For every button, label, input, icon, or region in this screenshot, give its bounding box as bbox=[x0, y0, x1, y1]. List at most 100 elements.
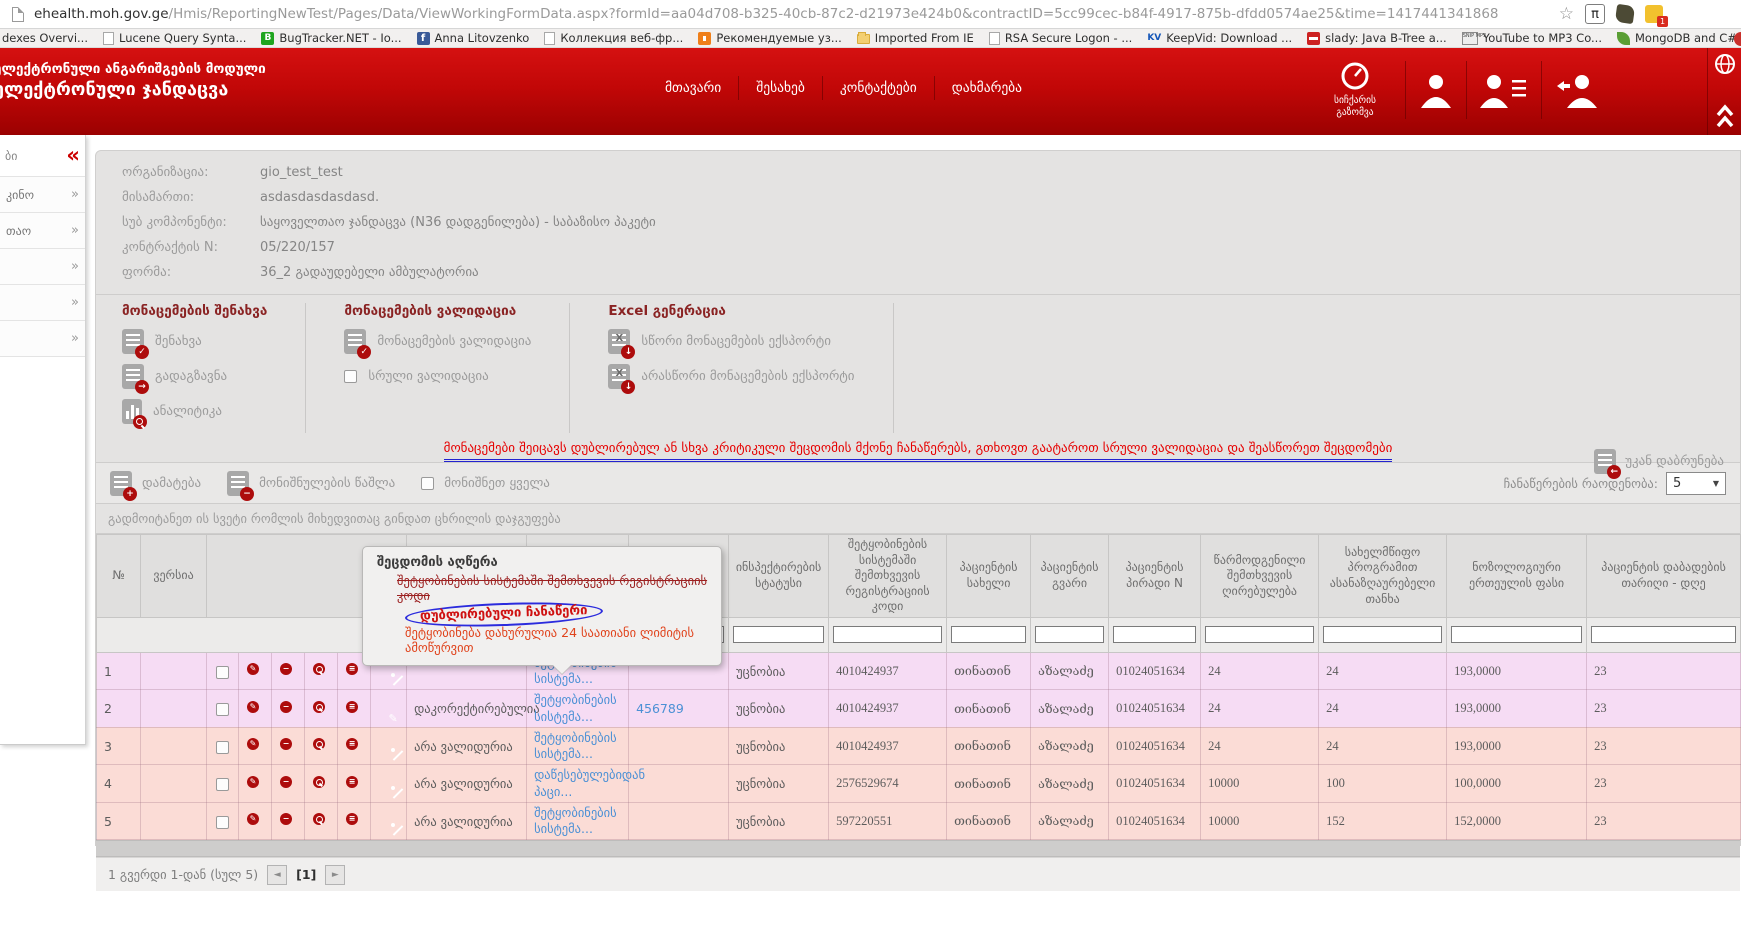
add-record-button[interactable]: დამატება bbox=[110, 471, 201, 496]
checkbox-icon[interactable] bbox=[344, 370, 357, 383]
send-button[interactable]: გადაგზავნა bbox=[122, 363, 267, 390]
sidebar-collapse-button[interactable]: « bbox=[66, 145, 80, 166]
export-invalid-button[interactable]: არასწორი მონაცემების ექსპორტი bbox=[608, 363, 854, 390]
bookmark-item[interactable]: BBugTracker.NET - Io... bbox=[261, 31, 401, 45]
col-first-name[interactable]: პაციენტის სახელი bbox=[947, 535, 1031, 618]
url-text[interactable]: ehealth.moh.gov.ge/Hmis/ReportingNewTest… bbox=[34, 6, 1741, 22]
pager-next-button[interactable]: ► bbox=[325, 865, 345, 885]
bugtracker-icon: B bbox=[261, 32, 274, 45]
bookmark-item[interactable]: KVKeepVid: Download ... bbox=[1147, 31, 1292, 45]
inspection-filter-input[interactable] bbox=[733, 626, 824, 643]
bookmark-item[interactable]: Lucene Query Synta... bbox=[103, 31, 246, 45]
col-reg-code[interactable]: შეტყობინების სისტემაში შემთხვევის რეგისტ… bbox=[829, 535, 947, 618]
pager: 1 გვერდი 1-დან (სულ 5) ◄ [1] ► bbox=[96, 857, 1740, 891]
col-birth-day[interactable]: პაციენტის დაბადების თარიღი - დღე bbox=[1587, 535, 1741, 618]
personal-n-filter-input[interactable] bbox=[1113, 626, 1196, 643]
analytics-button[interactable]: ანალიტიკა bbox=[122, 398, 267, 425]
col-state-amount[interactable]: სახელმწიფო პროგრამით ასანაზღაურებელი თან… bbox=[1319, 535, 1447, 618]
nav-item-contacts[interactable]: კონტაქტები bbox=[823, 76, 935, 100]
case-cost-filter-input[interactable] bbox=[1205, 626, 1314, 643]
sidebar-item[interactable]: კინო bbox=[0, 177, 85, 213]
bookmark-star-icon[interactable]: ☆ bbox=[1559, 4, 1574, 24]
col-inspection[interactable]: ინსპექტირების სტატუსი bbox=[729, 535, 829, 618]
col-version[interactable]: ვერსია bbox=[141, 535, 207, 618]
bookmark-item[interactable]: Коллекция веб-фр... bbox=[544, 31, 683, 45]
mongodb-leaf-icon bbox=[1617, 32, 1630, 45]
bookmark-item[interactable]: Imported From IE bbox=[857, 31, 974, 45]
tooltip-error-struck: შეტყობინების სისტემაში შემთხვევის რეგისტ… bbox=[397, 573, 711, 603]
collapse-up-icon[interactable] bbox=[1715, 103, 1735, 129]
table-row: 4 არა ვალიდურია დაწესებულებიდან პაცი... … bbox=[97, 765, 1741, 803]
col-last-name[interactable]: პაციენტის გვარი bbox=[1031, 535, 1109, 618]
bookmark-item[interactable]: Рекомендуемые уз... bbox=[698, 31, 841, 45]
row-checkbox[interactable] bbox=[216, 741, 229, 754]
bookmark-item[interactable]: SNIP MP3YouTube to MP3 Co... bbox=[1462, 31, 1602, 45]
chevron-right-icon bbox=[71, 259, 79, 274]
bookmark-item[interactable]: fAnna Litovzenko bbox=[417, 31, 530, 45]
col-case-cost[interactable]: წარმოდგენილი შემთხვევის ღირებულება bbox=[1201, 535, 1319, 618]
col-num[interactable]: № bbox=[97, 535, 141, 618]
row-checkbox[interactable] bbox=[216, 666, 229, 679]
sidebar-item[interactable] bbox=[0, 321, 85, 357]
bookmark-item[interactable]: slady: Java B-Tree a... bbox=[1307, 31, 1447, 45]
horizontal-scrollbar[interactable] bbox=[96, 840, 1740, 857]
form-value: 36_2 გადაუდებელი ამბულატორია bbox=[260, 265, 479, 280]
export-valid-button[interactable]: სწორი მონაცემების ექსპორტი bbox=[608, 328, 854, 355]
unit-price-filter-input[interactable] bbox=[1451, 626, 1582, 643]
col-personal-n[interactable]: პაციენტის პირადი N bbox=[1109, 535, 1201, 618]
save-button[interactable]: შენახვა bbox=[122, 328, 267, 355]
nav-item-help[interactable]: დახმარება bbox=[935, 76, 1039, 100]
bookmark-item[interactable]: RSA Secure Logon - ... bbox=[989, 31, 1133, 45]
bookmark-item[interactable]: dexes Overvi... bbox=[2, 31, 88, 45]
sidebar-item[interactable]: თაო bbox=[0, 213, 85, 249]
error-link[interactable]: შეტყობინების სისტემა... bbox=[534, 692, 621, 725]
pager-current-page[interactable]: [1] bbox=[296, 867, 316, 882]
state-amount-filter-input[interactable] bbox=[1323, 626, 1442, 643]
form-info: ორგანიზაცია:gio_test_test მისამართი:asda… bbox=[96, 151, 1740, 292]
delete-selected-button[interactable]: მონიშნულების წაშლა bbox=[227, 471, 395, 496]
user-list-icon[interactable] bbox=[1480, 72, 1528, 108]
sidebar-item[interactable] bbox=[0, 285, 85, 321]
col-unit-price[interactable]: ნოზოლოგიური ერთეულის ფასი bbox=[1447, 535, 1587, 618]
extension-icon[interactable]: 1 bbox=[1645, 5, 1663, 23]
pi-extension-icon[interactable]: π bbox=[1585, 4, 1605, 24]
reg-code-filter-input[interactable] bbox=[833, 626, 942, 643]
pager-prev-button[interactable]: ◄ bbox=[267, 865, 287, 885]
globe-icon[interactable] bbox=[1714, 53, 1736, 75]
filter-cell bbox=[1319, 617, 1447, 652]
bookmarks-bar: dexes Overvi... Lucene Query Synta... BB… bbox=[0, 29, 1741, 48]
section-excel: Excel გენერაცია სწორი მონაცემების ექსპორ… bbox=[608, 303, 893, 433]
nav-item-about[interactable]: შესახებ bbox=[739, 76, 823, 100]
send-badge-icon bbox=[135, 380, 149, 394]
records-count-select[interactable]: 5▼ bbox=[1666, 472, 1726, 495]
contract-value: 05/220/157 bbox=[260, 240, 335, 255]
user-icon[interactable] bbox=[1419, 72, 1453, 108]
info-row: სუბ კომპონენტი:საყოველთაო ჯანდაცვა (N36 … bbox=[122, 215, 1720, 230]
row-checkbox[interactable] bbox=[216, 816, 229, 829]
error-link[interactable]: შეტყობინების სისტემა... bbox=[534, 805, 621, 838]
nav-item-home[interactable]: მთავარი bbox=[648, 76, 739, 100]
back-button[interactable]: უკან დაბრუნება bbox=[1594, 449, 1724, 474]
select-all-checkbox[interactable]: მონიშნეთ ყველა bbox=[421, 476, 550, 491]
document-icon bbox=[344, 329, 366, 354]
row-checkbox[interactable] bbox=[216, 703, 229, 716]
error-link[interactable]: შეტყობინების სისტემა... bbox=[534, 730, 621, 763]
download-badge-icon bbox=[621, 345, 635, 359]
bookmark-item[interactable]: MongoDB and C# - ... bbox=[1617, 31, 1741, 45]
filter-cell bbox=[1031, 617, 1109, 652]
info-row: ფორმა:36_2 გადაუდებელი ამბულატორია bbox=[122, 265, 1720, 280]
row-checkbox[interactable] bbox=[216, 778, 229, 791]
error-link[interactable]: დაწესებულებიდან პაცი... bbox=[534, 767, 645, 800]
checkbox-icon[interactable] bbox=[421, 477, 434, 490]
validate-button[interactable]: მონაცემების ვალიდაცია bbox=[344, 328, 531, 355]
speed-test-button[interactable]: სიჩქარის გაზომვა bbox=[1318, 61, 1392, 119]
filter-cell bbox=[1201, 617, 1319, 652]
grasshopper-extension-icon[interactable] bbox=[1615, 4, 1635, 24]
full-validation-checkbox[interactable]: სრული ვალიდაცია bbox=[344, 363, 531, 390]
birth-day-filter-input[interactable] bbox=[1591, 626, 1736, 643]
first-name-filter-input[interactable] bbox=[951, 626, 1026, 643]
sidebar-item[interactable] bbox=[0, 249, 85, 285]
user-switch-icon[interactable] bbox=[1555, 72, 1597, 108]
comment-link[interactable]: 456789 bbox=[636, 701, 684, 717]
last-name-filter-input[interactable] bbox=[1035, 626, 1104, 643]
